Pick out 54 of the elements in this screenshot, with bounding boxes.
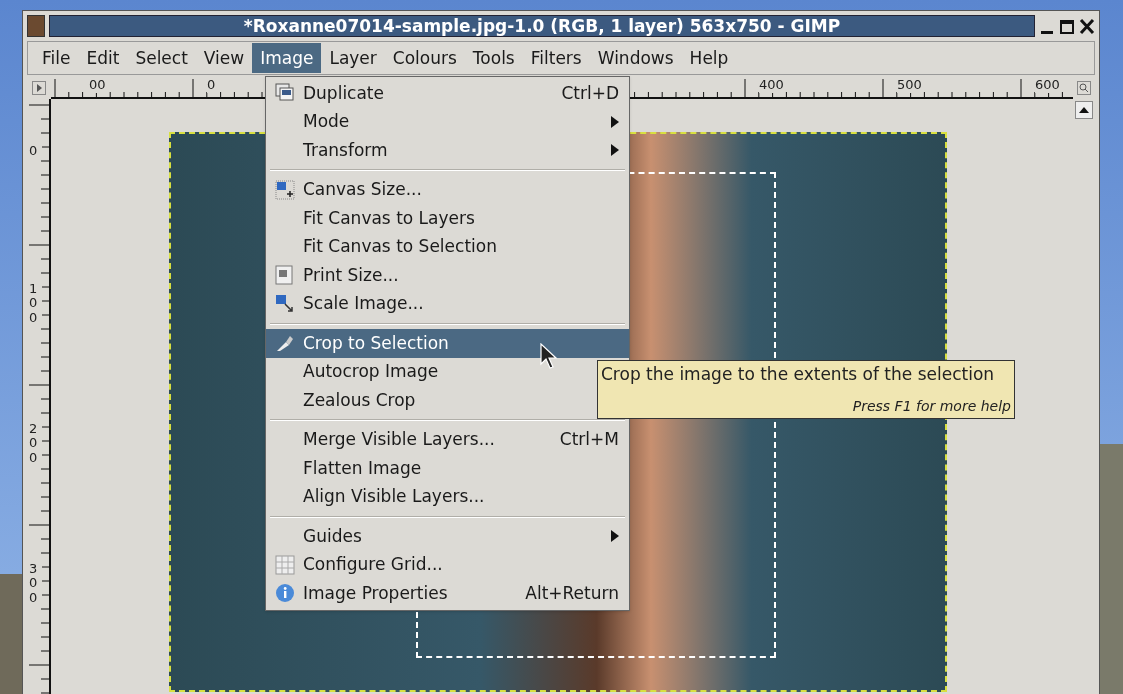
app-icon [27,15,45,37]
shortcut-label: Ctrl+M [559,428,619,451]
mouse-cursor-icon [540,343,558,369]
menu-item[interactable]: Transform [266,136,629,165]
menu-item[interactable]: Scale Image... [266,289,629,318]
menu-item[interactable]: Flatten Image [266,454,629,483]
menu-item[interactable]: Guides [266,522,629,551]
tooltip-hint: Press F1 for more help [852,396,1011,416]
close-icon[interactable] [1079,17,1095,35]
menu-bar-item[interactable]: Colours [384,43,465,73]
ruler-label: 600 [1035,77,1060,93]
knife-icon [275,333,295,354]
tooltip-text: Crop the image to the extents of the selection [601,363,996,386]
menu-item[interactable]: Align Visible Layers... [266,482,629,511]
menu-item[interactable]: Configure Grid... [266,550,629,579]
menu-item[interactable]: Fit Canvas to Selection [266,232,629,261]
menu-bar-item[interactable]: Select [127,43,196,73]
menu-item[interactable]: Fit Canvas to Layers [266,204,629,233]
ruler-label: 200 [29,422,42,465]
menu-bar-item[interactable]: File [34,43,79,73]
menu-bar-item[interactable]: Help [681,43,737,73]
menu-item[interactable]: Merge Visible Layers... Ctrl+M [266,425,629,454]
menu-item[interactable]: Print Size... [266,261,629,290]
menu-bar-item[interactable]: Layer [321,43,385,73]
scale-icon [275,293,295,314]
up-arrow-icon [1079,107,1089,113]
canvas-size-icon [275,179,295,200]
menu-bar-item[interactable]: Windows [589,43,682,73]
shortcut-label: Ctrl+D [561,81,619,105]
grid-icon [275,554,295,575]
menu-item[interactable]: Mode [266,107,629,136]
menu-item[interactable]: Crop to Selection [266,329,629,358]
duplicate-icon [275,83,295,104]
ruler-label: 100 [29,282,42,325]
window-title: *Roxanne07014-sample.jpg-1.0 (RGB, 1 layer) 563x750 - GIMP [49,15,1035,37]
ruler-label: 0 [207,77,216,93]
menu-bar-item[interactable]: Image [252,43,322,73]
shortcut-label: Alt+Return [525,581,619,605]
maximize-icon[interactable] [1059,17,1075,35]
menu-item[interactable]: Duplicate Ctrl+D [266,79,629,108]
menu-bar-item[interactable]: View [195,43,253,73]
info-icon [275,583,295,604]
menu-bar-item[interactable]: Tools [464,43,523,73]
print-icon [275,265,293,286]
ruler-label: 500 [897,77,922,93]
zoom-icon[interactable] [1077,81,1091,95]
ruler-label: 300 [29,562,42,605]
ruler-label: 00 [89,77,106,93]
menu-item[interactable]: Canvas Size... [266,175,629,204]
menu-bar-item[interactable]: Filters [522,43,590,73]
scroll-up-button[interactable] [1075,101,1093,119]
menu-bar-item[interactable]: Edit [78,43,128,73]
menu-item[interactable]: Image Properties Alt+Return [266,579,629,608]
ruler-label: 400 [759,77,784,93]
